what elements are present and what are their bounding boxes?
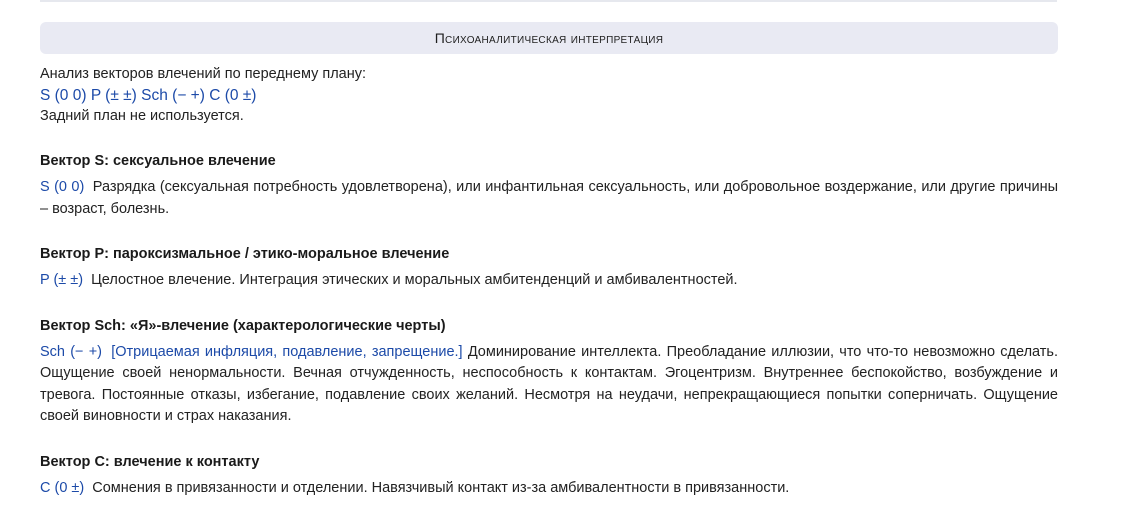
vector-c-title: Вектор C: влечение к контакту [40,453,260,470]
interpretation-section: Психоаналитическая интерпретация Анализ … [40,22,1058,499]
vector-s-title: Вектор S: сексуальное влечение [40,153,276,169]
vector-s-block: Вектор S: сексуальное влечение S (0 0) Р… [40,151,1058,220]
vector-p-code: P (± ±) [40,272,84,288]
vector-p-title: Вектор P: пароксизмальное / этико-мораль… [40,246,450,262]
vector-c-block: Вектор C: влечение к контакту C (0 ±) Со… [40,452,1058,500]
vector-sch-block: Вектор Sch: «Я»-влечение (характерологич… [40,316,1058,428]
top-divider [40,0,1057,2]
intro-text: Анализ векторов влечений по переднему пл… [40,66,367,82]
intro-block: Анализ векторов влечений по переднему пл… [40,64,1058,127]
vector-p-description: P (± ±) Целостное влечение. Интеграция э… [40,270,1058,292]
vector-sch-bracket-note: [Отрицаемая инфляция, подавление, запрещ… [111,343,463,360]
vector-sch-code: Sch (− +) [40,343,103,360]
vector-s-code: S (0 0) [40,179,85,195]
vector-s-description: S (0 0) Разрядка (сексуальная потребност… [40,177,1058,220]
vector-sch-title: Вектор Sch: «Я»-влечение (характерологич… [40,317,446,334]
vector-p-block: Вектор P: пароксизмальное / этико-мораль… [40,244,1058,292]
vector-sch-description: Sch (− +) [Отрицаемая инфляция, подавлен… [40,342,1058,428]
vector-c-code: C (0 ±) [40,479,85,496]
vector-p-text: Целостное влечение. Интеграция этических… [91,272,738,288]
background-note: Задний план не используется. [40,108,244,124]
vector-c-text: Сомнения в привязанности и отделении. На… [92,479,790,496]
vector-c-description: C (0 ±) Сомнения в привязанности и отдел… [40,478,1058,500]
section-header: Психоаналитическая интерпретация [40,22,1058,54]
vector-s-text: Разрядка (сексуальная потребность удовле… [40,179,1059,217]
section-title: Психоаналитическая интерпретация [434,30,664,46]
vector-formula: S (0 0) P (± ±) Sch (− +) C (0 ±) [40,87,257,104]
